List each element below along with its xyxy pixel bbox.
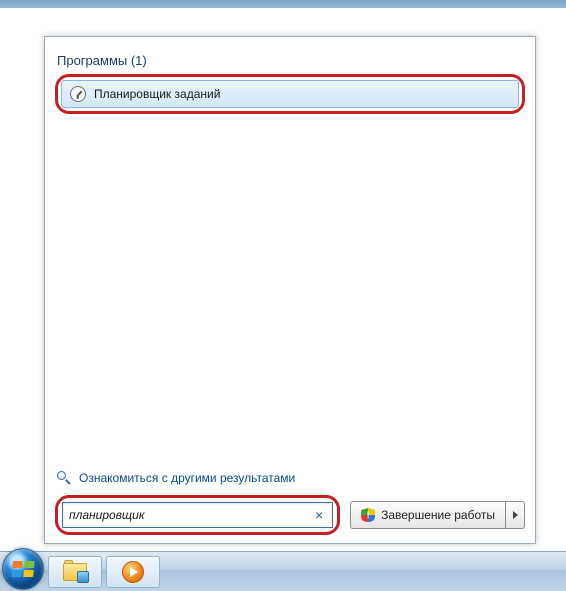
chevron-right-icon xyxy=(513,511,518,519)
top-result-highlight-ring: Планировщик заданий xyxy=(55,74,525,114)
file-explorer-icon xyxy=(63,563,87,581)
search-box-highlight-ring: × xyxy=(55,495,340,535)
see-more-results-link[interactable]: Ознакомиться с другими результатами xyxy=(55,467,525,495)
taskbar-pinned-media-player[interactable] xyxy=(106,556,160,588)
start-menu-search-box[interactable]: × xyxy=(62,502,333,528)
results-section-header: Программы (1) xyxy=(55,47,525,72)
start-menu-search-panel: Программы (1) Планировщик заданий Ознако… xyxy=(44,36,536,544)
desktop-background-strip xyxy=(0,0,566,8)
see-more-results-label: Ознакомиться с другими результатами xyxy=(79,471,295,485)
search-result-label: Планировщик заданий xyxy=(94,87,220,101)
clock-icon xyxy=(70,86,86,102)
start-menu-bottom-row: × Завершение работы xyxy=(55,495,525,535)
search-result-task-scheduler[interactable]: Планировщик заданий xyxy=(61,80,519,108)
shutdown-split-button: Завершение работы xyxy=(350,501,525,529)
taskbar xyxy=(0,551,566,591)
magnifier-icon xyxy=(57,471,71,485)
shutdown-button[interactable]: Завершение работы xyxy=(350,501,505,529)
taskbar-pinned-explorer[interactable] xyxy=(48,556,102,588)
shutdown-options-button[interactable] xyxy=(505,501,525,529)
clear-search-button[interactable]: × xyxy=(312,508,326,522)
search-input[interactable] xyxy=(69,508,312,522)
start-button[interactable] xyxy=(2,548,44,590)
results-empty-area xyxy=(55,114,525,467)
shutdown-button-label: Завершение работы xyxy=(381,508,495,522)
media-player-icon xyxy=(122,561,144,583)
shield-warning-icon xyxy=(361,508,375,522)
